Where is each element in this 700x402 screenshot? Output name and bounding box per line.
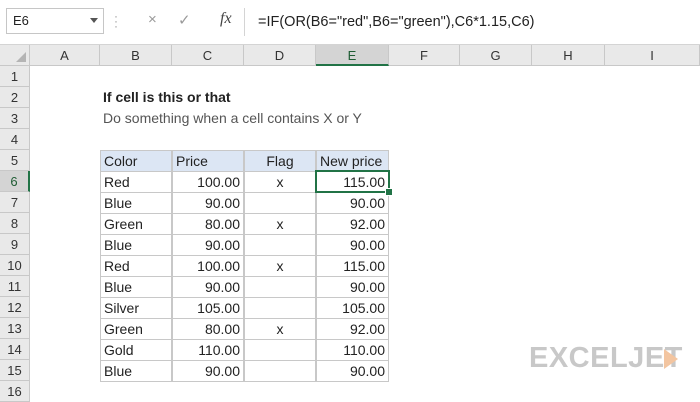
cell-new-price[interactable]: 110.00 [316,339,389,361]
row-header-14[interactable]: 14 [0,339,30,360]
cell-price[interactable]: 80.00 [172,213,244,235]
cell-color[interactable]: Blue [100,276,172,298]
column-header-i[interactable]: I [605,45,700,66]
sheet-title: If cell is this or that [103,89,231,105]
cell-color[interactable]: Silver [100,297,172,319]
cell-color[interactable]: Green [100,213,172,235]
cell-color[interactable]: Red [100,171,172,193]
name-box[interactable]: E6 [6,8,104,34]
table-header-flag[interactable]: Flag [244,150,316,172]
cell-new-price[interactable]: 92.00 [316,318,389,340]
row-header-11[interactable]: 11 [0,276,30,297]
table-header-new-price[interactable]: New price [316,150,389,172]
cell-new-price[interactable]: 92.00 [316,213,389,235]
cell-flag[interactable] [244,360,316,382]
table-header-price[interactable]: Price [172,150,244,172]
row-header-5[interactable]: 5 [0,150,30,171]
row-header-8[interactable]: 8 [0,213,30,234]
cell-color[interactable]: Gold [100,339,172,361]
name-box-value: E6 [13,13,29,28]
row-header-10[interactable]: 10 [0,255,30,276]
cell-color[interactable]: Blue [100,360,172,382]
column-header-c[interactable]: C [172,45,244,66]
insert-function-icon[interactable]: fx [220,10,232,28]
column-header-g[interactable]: G [460,45,532,66]
cell-flag[interactable]: x [244,318,316,340]
fill-handle[interactable] [385,188,393,196]
cell-flag[interactable] [244,234,316,256]
cell-flag[interactable] [244,192,316,214]
row-header-12[interactable]: 12 [0,297,30,318]
formula-input[interactable]: =IF(OR(B6="red",B6="green"),C6*1.15,C6) [258,8,534,36]
column-header-h[interactable]: H [532,45,605,66]
cell-price[interactable]: 105.00 [172,297,244,319]
cell-new-price[interactable]: 90.00 [316,276,389,298]
cell-new-price[interactable]: 90.00 [316,360,389,382]
exceljet-logo: EXCELJET [529,342,683,374]
check-icon[interactable]: ✓ [178,11,191,29]
cancel-icon[interactable]: × [148,11,157,28]
row-header-2[interactable]: 2 [0,87,30,108]
row-header-4[interactable]: 4 [0,129,30,150]
cell-new-price[interactable]: 105.00 [316,297,389,319]
cell-price[interactable]: 90.00 [172,360,244,382]
cell-color[interactable]: Blue [100,192,172,214]
chevron-down-icon[interactable] [90,18,98,23]
column-header-f[interactable]: F [389,45,460,66]
row-header-3[interactable]: 3 [0,108,30,129]
row-header-9[interactable]: 9 [0,234,30,255]
cell-flag[interactable]: x [244,213,316,235]
column-header-b[interactable]: B [100,45,172,66]
cell-flag[interactable] [244,297,316,319]
cell-flag[interactable] [244,276,316,298]
cell-color[interactable]: Blue [100,234,172,256]
formula-bar-divider [244,8,245,36]
row-header-16[interactable]: 16 [0,381,30,402]
active-cell-selection [315,170,390,193]
cell-color[interactable]: Red [100,255,172,277]
cell-flag[interactable] [244,339,316,361]
formula-bar: E6 · · · × ✓ fx =IF(OR(B6="red",B6="green"… [0,0,700,44]
cell-price[interactable]: 90.00 [172,234,244,256]
row-header-7[interactable]: 7 [0,192,30,213]
row-header-13[interactable]: 13 [0,318,30,339]
table-header-color[interactable]: Color [100,150,172,172]
column-header-d[interactable]: D [244,45,316,66]
select-all-triangle-icon [16,52,26,62]
cell-flag[interactable]: x [244,255,316,277]
column-header-e[interactable]: E [316,45,389,66]
row-header-1[interactable]: 1 [0,66,30,87]
drag-handle-icon[interactable]: · · · [114,10,118,32]
cell-new-price[interactable]: 90.00 [316,234,389,256]
select-all-button[interactable] [0,45,30,66]
cell-color[interactable]: Green [100,318,172,340]
cell-price[interactable]: 90.00 [172,276,244,298]
cell-flag[interactable]: x [244,171,316,193]
column-header-a[interactable]: A [30,45,100,66]
row-header-6[interactable]: 6 [0,171,30,192]
cell-new-price[interactable]: 115.00 [316,255,389,277]
cell-price[interactable]: 80.00 [172,318,244,340]
cell-price[interactable]: 100.00 [172,171,244,193]
cell-price[interactable]: 90.00 [172,192,244,214]
exceljet-logo-mark-icon [664,349,678,369]
row-header-15[interactable]: 15 [0,360,30,381]
sheet-subtitle: Do something when a cell contains X or Y [103,110,362,126]
cell-price[interactable]: 100.00 [172,255,244,277]
cell-price[interactable]: 110.00 [172,339,244,361]
cell-new-price[interactable]: 90.00 [316,192,389,214]
